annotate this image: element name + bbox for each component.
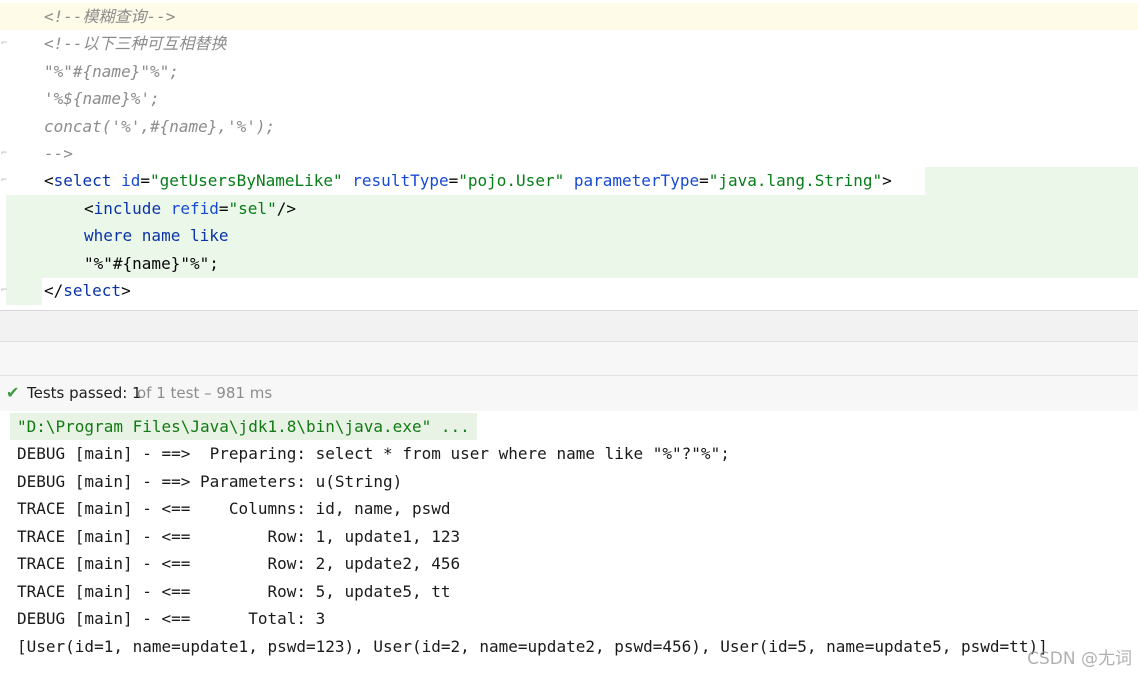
code-token: <!--模糊查询--> [44, 7, 176, 26]
code-text: "%"#{name}"%"; [44, 58, 179, 85]
code-line[interactable]: ⌐ </select> [0, 277, 1138, 305]
code-token: = [699, 171, 709, 191]
code-token: refid [170, 198, 219, 218]
code-token: resultType [352, 171, 449, 191]
change-highlight [925, 167, 1138, 196]
code-token: "%"#{name}"%"; [44, 61, 179, 81]
change-highlight [6, 277, 42, 305]
code-token: "java.lang.String" [708, 171, 883, 191]
fold-marker-icon[interactable]: ⌐ [0, 140, 8, 167]
code-text: concat('%',#{name},'%'); [44, 113, 275, 140]
code-token: parameterType [573, 171, 700, 191]
code-token: select [63, 281, 122, 300]
code-editor[interactable]: <!--模糊查询--> ⌐ <!--以下三种可互相替换 "%"#{name}"%"; '… [0, 0, 1138, 310]
editor-bottom-strip [0, 310, 1138, 341]
code-token: </ [44, 281, 64, 300]
fold-marker-icon[interactable]: ⌐ [0, 30, 8, 57]
code-token: '%${name}%'; [44, 89, 160, 109]
code-token: "getUsersByNameLike" [149, 171, 343, 191]
code-text: '%${name}%'; [44, 85, 160, 112]
code-text: <!--模糊查询--> [44, 3, 175, 30]
code-token: < [44, 171, 54, 191]
code-line[interactable]: ⌐ <select id="getUsersByNameLike" resultT… [0, 167, 1138, 196]
code-text: <include refid="sel"/> [84, 195, 296, 222]
console-line: TRACE [main] - <== Columns: id, name, ps… [17, 499, 451, 518]
code-token: > [882, 171, 892, 191]
tests-passed-label: Tests passed: 1 [27, 384, 142, 402]
tests-detail-label: of 1 test – 981 ms [137, 384, 273, 402]
code-line[interactable]: ⌐ --> [0, 140, 1138, 167]
console-line: DEBUG [main] - ==> Parameters: u(String) [17, 471, 403, 491]
code-token: = [140, 171, 150, 191]
console-line: DEBUG [main] - ==> Preparing: select * f… [17, 444, 730, 463]
code-line[interactable]: <!--模糊查询--> [0, 3, 1138, 30]
watermark: CSDN @尢词 [1027, 649, 1132, 669]
fold-marker-icon[interactable]: ⌐ [0, 277, 8, 304]
console-line: TRACE [main] - <== Row: 1, update1, 123 [17, 526, 461, 546]
test-status-bar: ✔ Tests passed: 1 of 1 test – 981 ms [0, 375, 1138, 412]
console-line: TRACE [main] - <== Row: 5, update5, tt [17, 581, 451, 601]
code-line[interactable]: "%"#{name}"%"; [0, 249, 1138, 278]
fold-marker-icon[interactable]: ⌐ [0, 167, 8, 194]
code-token: = [448, 171, 459, 191]
code-line[interactable]: ⌐ <!--以下三种可互相替换 [0, 30, 1138, 57]
code-text: where name like [84, 222, 229, 249]
code-line[interactable]: concat('%',#{name},'%'); [0, 113, 1138, 140]
code-text: <!--以下三种可互相替换 [44, 30, 227, 57]
code-token: include [93, 198, 162, 218]
code-line[interactable]: '%${name}%'; [0, 85, 1138, 112]
code-token: id [121, 171, 141, 191]
code-text: <select id="getUsersByNameLike" resultTy… [44, 167, 892, 194]
code-token: "%"#{name}"%"; [84, 253, 219, 273]
code-line[interactable]: where name like [0, 222, 1138, 251]
code-line[interactable]: <include refid="sel"/> [0, 194, 1138, 223]
code-token: "pojo.User" [458, 171, 565, 191]
console-line: [User(id=1, name=update1, pswd=123), Use… [17, 636, 1048, 656]
console-command-line[interactable]: "D:\Program Files\Java\jdk1.8\bin\java.e… [10, 413, 477, 440]
code-token: <!--以下三种可互相替换 [44, 34, 227, 54]
code-text: --> [44, 140, 73, 167]
code-text: </select> [44, 277, 131, 304]
run-panel-header [0, 341, 1138, 376]
code-token: < [84, 198, 94, 218]
code-line[interactable]: "%"#{name}"%"; [0, 58, 1138, 85]
console-output[interactable]: "D:\Program Files\Java\jdk1.8\bin\java.e… [0, 411, 1138, 674]
code-token: "sel" [228, 198, 277, 218]
code-text: "%"#{name}"%"; [84, 250, 219, 277]
code-token: = [218, 198, 229, 218]
code-token: --> [44, 144, 73, 163]
check-icon: ✔ [6, 383, 20, 402]
code-token: > [121, 281, 131, 300]
code-token: where name like [84, 226, 229, 246]
code-token: /> [276, 198, 296, 218]
console-line: DEBUG [main] - <== Total: 3 [17, 609, 326, 628]
console-line: TRACE [main] - <== Row: 2, update2, 456 [17, 554, 461, 573]
code-token: concat('%',#{name},'%'); [44, 116, 276, 136]
code-token: select [53, 171, 112, 191]
